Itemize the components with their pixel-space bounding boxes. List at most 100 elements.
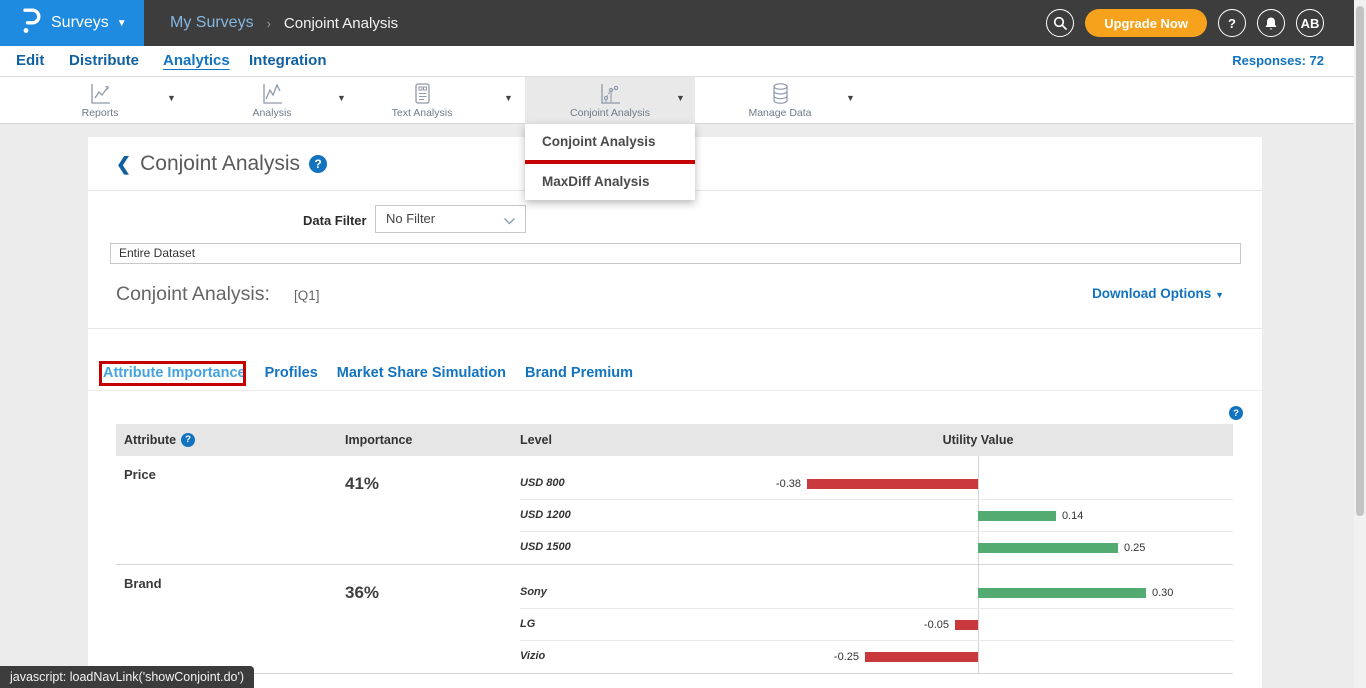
- level-name: Sony: [520, 586, 547, 598]
- utility-bar: [978, 588, 1146, 598]
- section-title: Conjoint Analysis:: [116, 283, 270, 306]
- level-name: USD 1500: [520, 541, 571, 553]
- level-row: Sony 0.30: [116, 565, 1233, 609]
- chevron-down-icon: ▼: [117, 18, 127, 29]
- conjoint-analysis-icon: [550, 81, 670, 106]
- search-button[interactable]: [1046, 9, 1074, 37]
- back-button[interactable]: ❮: [116, 154, 131, 175]
- utility-value-label: -0.25: [834, 651, 859, 663]
- toolbar-item-analysis[interactable]: Analysis: [212, 81, 332, 119]
- menu-item-maxdiff-analysis[interactable]: MaxDiff Analysis: [525, 164, 695, 200]
- table-header: Attribute ? Importance Level Utility Val…: [116, 424, 1233, 456]
- col-utility-value: Utility Value: [908, 424, 1048, 456]
- attribute-help-icon[interactable]: ?: [181, 433, 195, 447]
- table-help-icon[interactable]: ?: [1229, 406, 1243, 420]
- top-header: Surveys ▼ My Surveys › Conjoint Analysis…: [0, 0, 1354, 46]
- data-filter-value: No Filter: [386, 206, 435, 232]
- menu-item-conjoint-analysis[interactable]: Conjoint Analysis: [525, 124, 695, 160]
- nav-edit[interactable]: Edit: [16, 46, 44, 76]
- toolbar-item-text-analysis[interactable]: Text Analysis: [362, 81, 482, 119]
- link-status-tooltip: javascript: loadNavLink('showConjoint.do…: [0, 666, 254, 688]
- utility-value-label: 0.30: [1152, 587, 1173, 599]
- utility-bar: [865, 652, 978, 662]
- page-help-icon[interactable]: ?: [309, 155, 327, 173]
- chevron-down-icon: [503, 213, 516, 231]
- utility-value-label: 0.25: [1124, 542, 1145, 554]
- utility-bar: [978, 511, 1056, 521]
- user-avatar[interactable]: AB: [1296, 9, 1324, 37]
- reports-dropdown-caret[interactable]: ▼: [167, 93, 176, 103]
- scrollbar-thumb[interactable]: [1356, 6, 1364, 516]
- level-name: Vizio: [520, 650, 545, 662]
- reports-chart-icon: [40, 81, 160, 106]
- toolbar-item-conjoint-analysis[interactable]: Conjoint Analysis: [550, 81, 670, 119]
- manage-data-dropdown-caret[interactable]: ▼: [846, 93, 855, 103]
- tab-profiles[interactable]: Profiles: [265, 365, 318, 381]
- manage-data-icon: [720, 81, 840, 106]
- header-actions: Upgrade Now ? AB: [1046, 9, 1324, 37]
- conjoint-dropdown-menu: Conjoint Analysis MaxDiff Analysis: [525, 124, 695, 200]
- divider: [88, 328, 1262, 329]
- product-menu-label: Surveys: [51, 14, 109, 32]
- attribute-group: Price41%USD 800-0.38USD 12000.14USD 1500…: [116, 456, 1233, 565]
- breadcrumb-current: Conjoint Analysis: [284, 15, 398, 32]
- analysis-chart-icon: [212, 81, 332, 106]
- nav-distribute[interactable]: Distribute: [69, 46, 139, 76]
- bell-icon: [1264, 16, 1278, 31]
- utility-bar: [955, 620, 978, 630]
- utility-value-label: 0.14: [1062, 510, 1083, 522]
- attribute-group: Brand36%Sony0.30LG-0.05Vizio-0.25: [116, 565, 1233, 674]
- data-filter-label: Data Filter: [303, 213, 367, 228]
- col-attribute: Attribute ?: [124, 424, 195, 456]
- tab-attribute-importance[interactable]: Attribute Importance: [103, 365, 246, 381]
- breadcrumb-separator-icon: ›: [267, 16, 271, 31]
- dataset-field[interactable]: Entire Dataset: [110, 243, 1241, 264]
- utility-value-label: -0.05: [924, 619, 949, 631]
- text-analysis-dropdown-caret[interactable]: ▼: [504, 93, 513, 103]
- analysis-dropdown-caret[interactable]: ▼: [337, 93, 346, 103]
- level-row: USD 800 -0.38: [116, 456, 1233, 500]
- level-row: USD 1500 0.25: [116, 532, 1233, 564]
- col-importance: Importance: [345, 424, 412, 456]
- utility-value-label: -0.38: [776, 478, 801, 490]
- col-level: Level: [520, 424, 552, 456]
- level-row: USD 1200 0.14: [116, 500, 1233, 532]
- responses-count: Responses: 72: [1232, 46, 1324, 76]
- utility-table: Attribute ? Importance Level Utility Val…: [116, 424, 1233, 674]
- level-row: LG -0.05: [116, 609, 1233, 641]
- data-filter-select[interactable]: No Filter: [375, 205, 526, 233]
- page-title: Conjoint Analysis: [140, 152, 300, 176]
- level-row: Vizio -0.25: [116, 641, 1233, 673]
- help-button[interactable]: ?: [1218, 9, 1246, 37]
- utility-table-body: Price41%USD 800-0.38USD 12000.14USD 1500…: [116, 456, 1233, 674]
- toolbar-item-manage-data[interactable]: Manage Data: [720, 81, 840, 119]
- tab-market-share-simulation[interactable]: Market Share Simulation: [337, 365, 506, 381]
- notifications-button[interactable]: [1257, 9, 1285, 37]
- nav-integration[interactable]: Integration: [249, 46, 327, 76]
- nav-analytics[interactable]: Analytics: [163, 46, 230, 76]
- level-name: LG: [520, 618, 535, 630]
- survey-nav: Edit Distribute Analytics Integration Re…: [0, 46, 1354, 77]
- chevron-down-icon: ▼: [1215, 290, 1224, 300]
- utility-bar: [807, 479, 978, 489]
- search-icon: [1053, 16, 1067, 30]
- utility-bar: [978, 543, 1118, 553]
- download-options-button[interactable]: Download Options ▼: [1092, 286, 1224, 301]
- breadcrumb-my-surveys[interactable]: My Surveys: [170, 14, 254, 32]
- analytics-toolbar: Reports ▼ Analysis ▼ Text Analysis ▼ Con…: [0, 77, 1354, 124]
- level-name: USD 1200: [520, 509, 571, 521]
- conjoint-dropdown-caret[interactable]: ▼: [676, 93, 685, 103]
- result-tabs: Attribute Importance Profiles Market Sha…: [103, 365, 633, 381]
- upgrade-now-button[interactable]: Upgrade Now: [1085, 9, 1207, 37]
- toolbar-item-reports[interactable]: Reports: [40, 81, 160, 119]
- level-name: USD 800: [520, 477, 565, 489]
- section-question-ref: [Q1]: [294, 288, 320, 303]
- breadcrumb: My Surveys › Conjoint Analysis: [170, 0, 398, 46]
- product-switcher[interactable]: Surveys ▼: [0, 0, 144, 46]
- tab-brand-premium[interactable]: Brand Premium: [525, 365, 633, 381]
- app-window: Surveys ▼ My Surveys › Conjoint Analysis…: [0, 0, 1366, 688]
- conjoint-analysis-panel: ❮ Conjoint Analysis ? Data Filter No Fil…: [88, 137, 1262, 688]
- text-analysis-icon: [362, 81, 482, 106]
- questionpro-logo-icon: [20, 8, 41, 39]
- divider: [88, 390, 1262, 391]
